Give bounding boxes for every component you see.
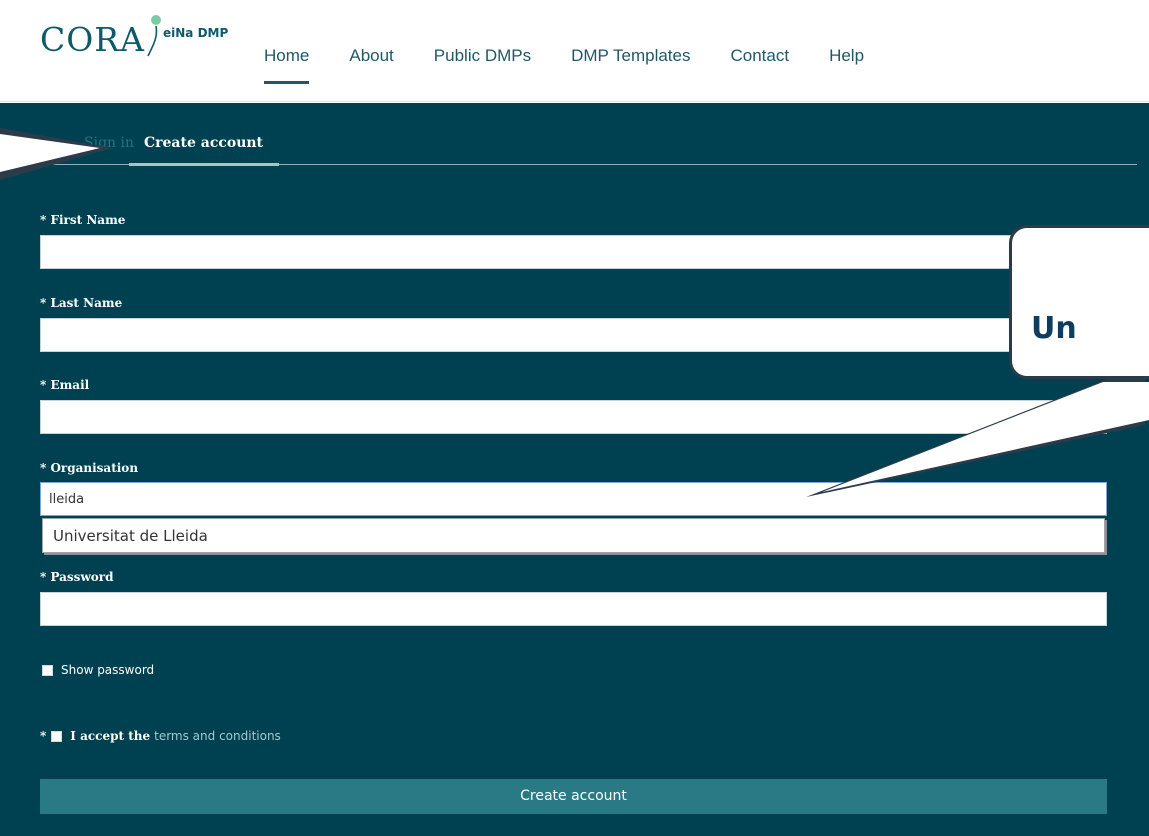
active-tab-indicator (129, 163, 279, 166)
last-name-label: * Last Name (40, 296, 123, 310)
logo-mark-icon (147, 15, 161, 57)
create-account-button[interactable]: Create account (40, 779, 1107, 814)
site-header: CORA eiNa DMP Home About Public DMPs DMP… (0, 0, 1149, 102)
nav-home[interactable]: Home (264, 46, 310, 84)
organisation-suggestions: Universitat de Lleida (42, 518, 1105, 553)
logo-text: CORA (40, 20, 145, 59)
callout-text: Un (1031, 311, 1077, 346)
organisation-label: * Organisation (40, 461, 139, 475)
email-label: * Email (40, 378, 90, 392)
main-nav: Home About Public DMPs DMP Templates Con… (264, 46, 904, 84)
logo-subtitle: eiNa DMP (163, 26, 229, 40)
suggestion-item[interactable]: Universitat de Lleida (53, 527, 208, 545)
email-input[interactable] (40, 400, 1107, 434)
show-password-row: Show password (42, 663, 154, 677)
nav-about[interactable]: About (349, 46, 393, 66)
nav-public-dmps[interactable]: Public DMPs (434, 46, 531, 66)
nav-contact[interactable]: Contact (730, 46, 789, 66)
terms-link[interactable]: terms and conditions (154, 729, 281, 743)
accept-terms-label: I accept the (70, 729, 151, 743)
last-name-input[interactable] (40, 318, 1107, 352)
nav-help[interactable]: Help (829, 46, 864, 66)
show-password-checkbox[interactable] (42, 664, 53, 676)
nav-dmp-templates[interactable]: DMP Templates (571, 46, 690, 66)
first-name-input[interactable] (40, 235, 1107, 269)
tab-sign-in[interactable]: Sign in (84, 135, 134, 151)
required-marker: * (40, 729, 47, 743)
organisation-input[interactable] (40, 482, 1107, 516)
terms-row: * I accept the terms and conditions (40, 729, 281, 743)
password-input[interactable] (40, 592, 1107, 626)
auth-tabs: Sign in Create account (40, 127, 1137, 166)
show-password-label: Show password (61, 663, 155, 677)
accept-terms-checkbox[interactable] (51, 730, 63, 742)
password-label: * Password (40, 570, 114, 584)
callout-bubble (1009, 225, 1149, 379)
account-panel: Sign in Create account * First Name * La… (0, 103, 1149, 836)
tab-create-account[interactable]: Create account (144, 135, 263, 151)
first-name-label: * First Name (40, 213, 126, 227)
